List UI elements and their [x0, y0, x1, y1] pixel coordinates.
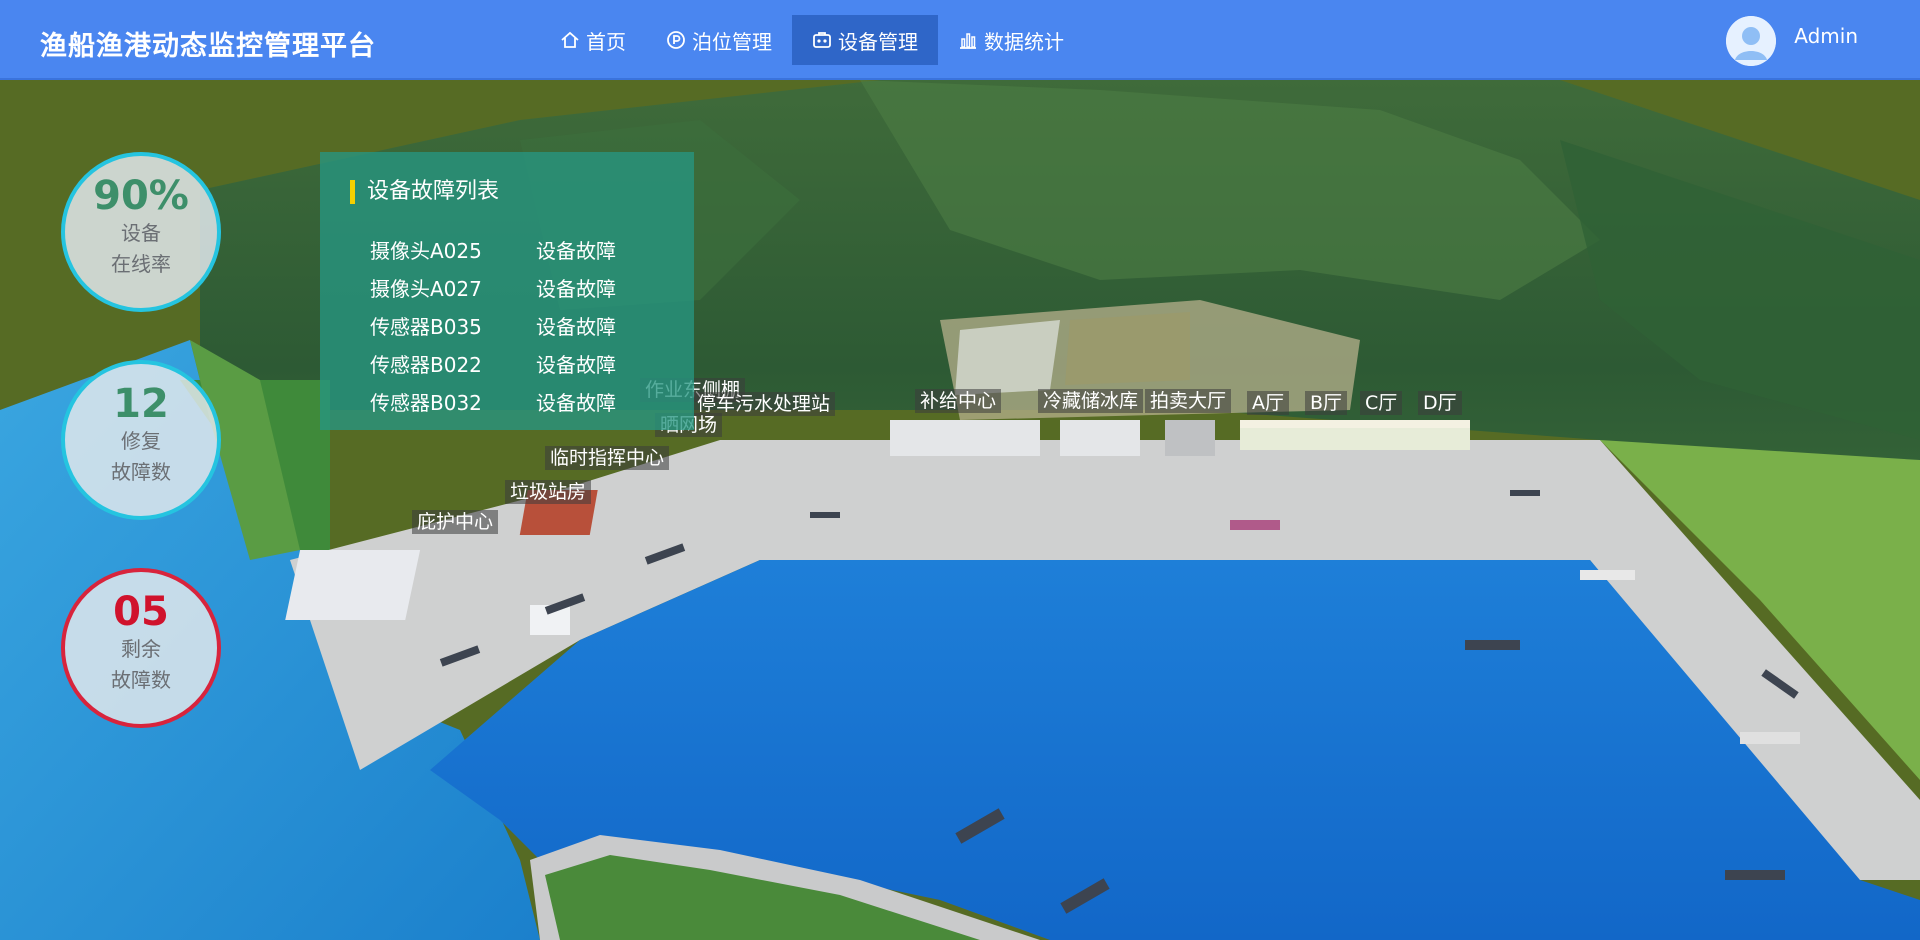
map-label-hall-b[interactable]: B厅: [1305, 391, 1348, 415]
fault-status: 设备故障: [536, 352, 616, 377]
app-title: 渔船渔港动态监控管理平台: [40, 31, 376, 62]
fault-status: 设备故障: [536, 276, 616, 301]
map-label-hall-c[interactable]: C厅: [1360, 391, 1403, 415]
user-menu[interactable]: Admin: [1726, 16, 1858, 66]
top-navbar: 渔船渔港动态监控管理平台 首页 泊位管理 设备管理 数据统计 Admin: [0, 0, 1920, 80]
fault-status: 设备故障: [536, 314, 616, 339]
map-label-garbage[interactable]: 垃圾站房: [505, 480, 592, 504]
map-label-auction[interactable]: 拍卖大厅: [1145, 389, 1232, 413]
nav-home[interactable]: 首页: [540, 15, 646, 65]
stat-online-rate-value: 90%: [93, 173, 189, 219]
stat-remaining-faults-label-2: 故障数: [111, 668, 171, 692]
fault-item[interactable]: 传感器B032 设备故障: [370, 382, 670, 420]
stat-online-rate: 90% 设备 在线率: [61, 152, 221, 312]
map-label-shelter[interactable]: 庇护中心: [412, 510, 499, 534]
nav-device[interactable]: 设备管理: [792, 15, 938, 65]
map-label-hall-a[interactable]: A厅: [1247, 391, 1289, 415]
nav-stats[interactable]: 数据统计: [938, 15, 1084, 65]
fault-status: 设备故障: [536, 390, 616, 415]
map-label-hall-d[interactable]: D厅: [1418, 391, 1462, 415]
fault-item[interactable]: 传感器B022 设备故障: [370, 344, 670, 382]
stat-repaired-faults: 12 修复 故障数: [61, 360, 221, 520]
user-avatar-icon[interactable]: [1726, 16, 1777, 66]
device-icon: [813, 32, 831, 48]
username: Admin: [1794, 24, 1858, 48]
fault-device-name: 传感器B022: [370, 352, 482, 377]
fault-device-name: 摄像头A025: [370, 238, 482, 263]
nav-home-label: 首页: [586, 29, 626, 54]
fault-item[interactable]: 摄像头A027 设备故障: [370, 268, 670, 306]
nav-stats-label: 数据统计: [984, 29, 1064, 54]
fault-device-name: 摄像头A027: [370, 276, 482, 301]
stat-remaining-faults: 05 剩余 故障数: [61, 568, 221, 728]
home-icon: [561, 31, 579, 48]
harbor-3d-map[interactable]: 作业东侧棚 停车污水处理站 晒网场 临时指挥中心 垃圾站房 庇护中心 补给中心 …: [0, 80, 1920, 940]
map-label-supply[interactable]: 补给中心: [915, 389, 1002, 413]
stat-repaired-faults-label-2: 故障数: [111, 460, 171, 484]
stat-online-rate-label-2: 在线率: [111, 252, 171, 276]
map-label-cold-storage[interactable]: 冷藏储冰库: [1038, 389, 1144, 413]
harbor-map-graphic: [0, 80, 1920, 940]
fault-list: 摄像头A025 设备故障 摄像头A027 设备故障 传感器B035 设备故障 传…: [370, 230, 670, 420]
bar-chart-icon: [960, 33, 976, 49]
stat-repaired-faults-label-1: 修复: [121, 429, 161, 453]
fault-item[interactable]: 传感器B035 设备故障: [370, 306, 670, 344]
stat-remaining-faults-label-1: 剩余: [121, 637, 161, 661]
nav-device-label: 设备管理: [838, 29, 918, 54]
fault-list-panel: 设备故障列表 摄像头A025 设备故障 摄像头A027 设备故障 传感器B035…: [320, 152, 694, 430]
nav-berth[interactable]: 泊位管理: [646, 15, 792, 65]
fault-item[interactable]: 摄像头A025 设备故障: [370, 230, 670, 268]
nav-berth-label: 泊位管理: [692, 29, 772, 54]
fault-device-name: 传感器B035: [370, 314, 482, 339]
stat-remaining-faults-value: 05: [113, 589, 169, 635]
map-label-command[interactable]: 临时指挥中心: [545, 446, 670, 470]
fault-device-name: 传感器B032: [370, 390, 482, 415]
stat-online-rate-label-1: 设备: [121, 221, 161, 245]
fault-status: 设备故障: [536, 238, 616, 263]
parking-icon: [667, 31, 685, 49]
main-nav: 首页 泊位管理 设备管理 数据统计: [540, 15, 1084, 67]
stat-repaired-faults-value: 12: [113, 381, 169, 427]
fault-panel-title: 设备故障列表: [350, 180, 499, 204]
